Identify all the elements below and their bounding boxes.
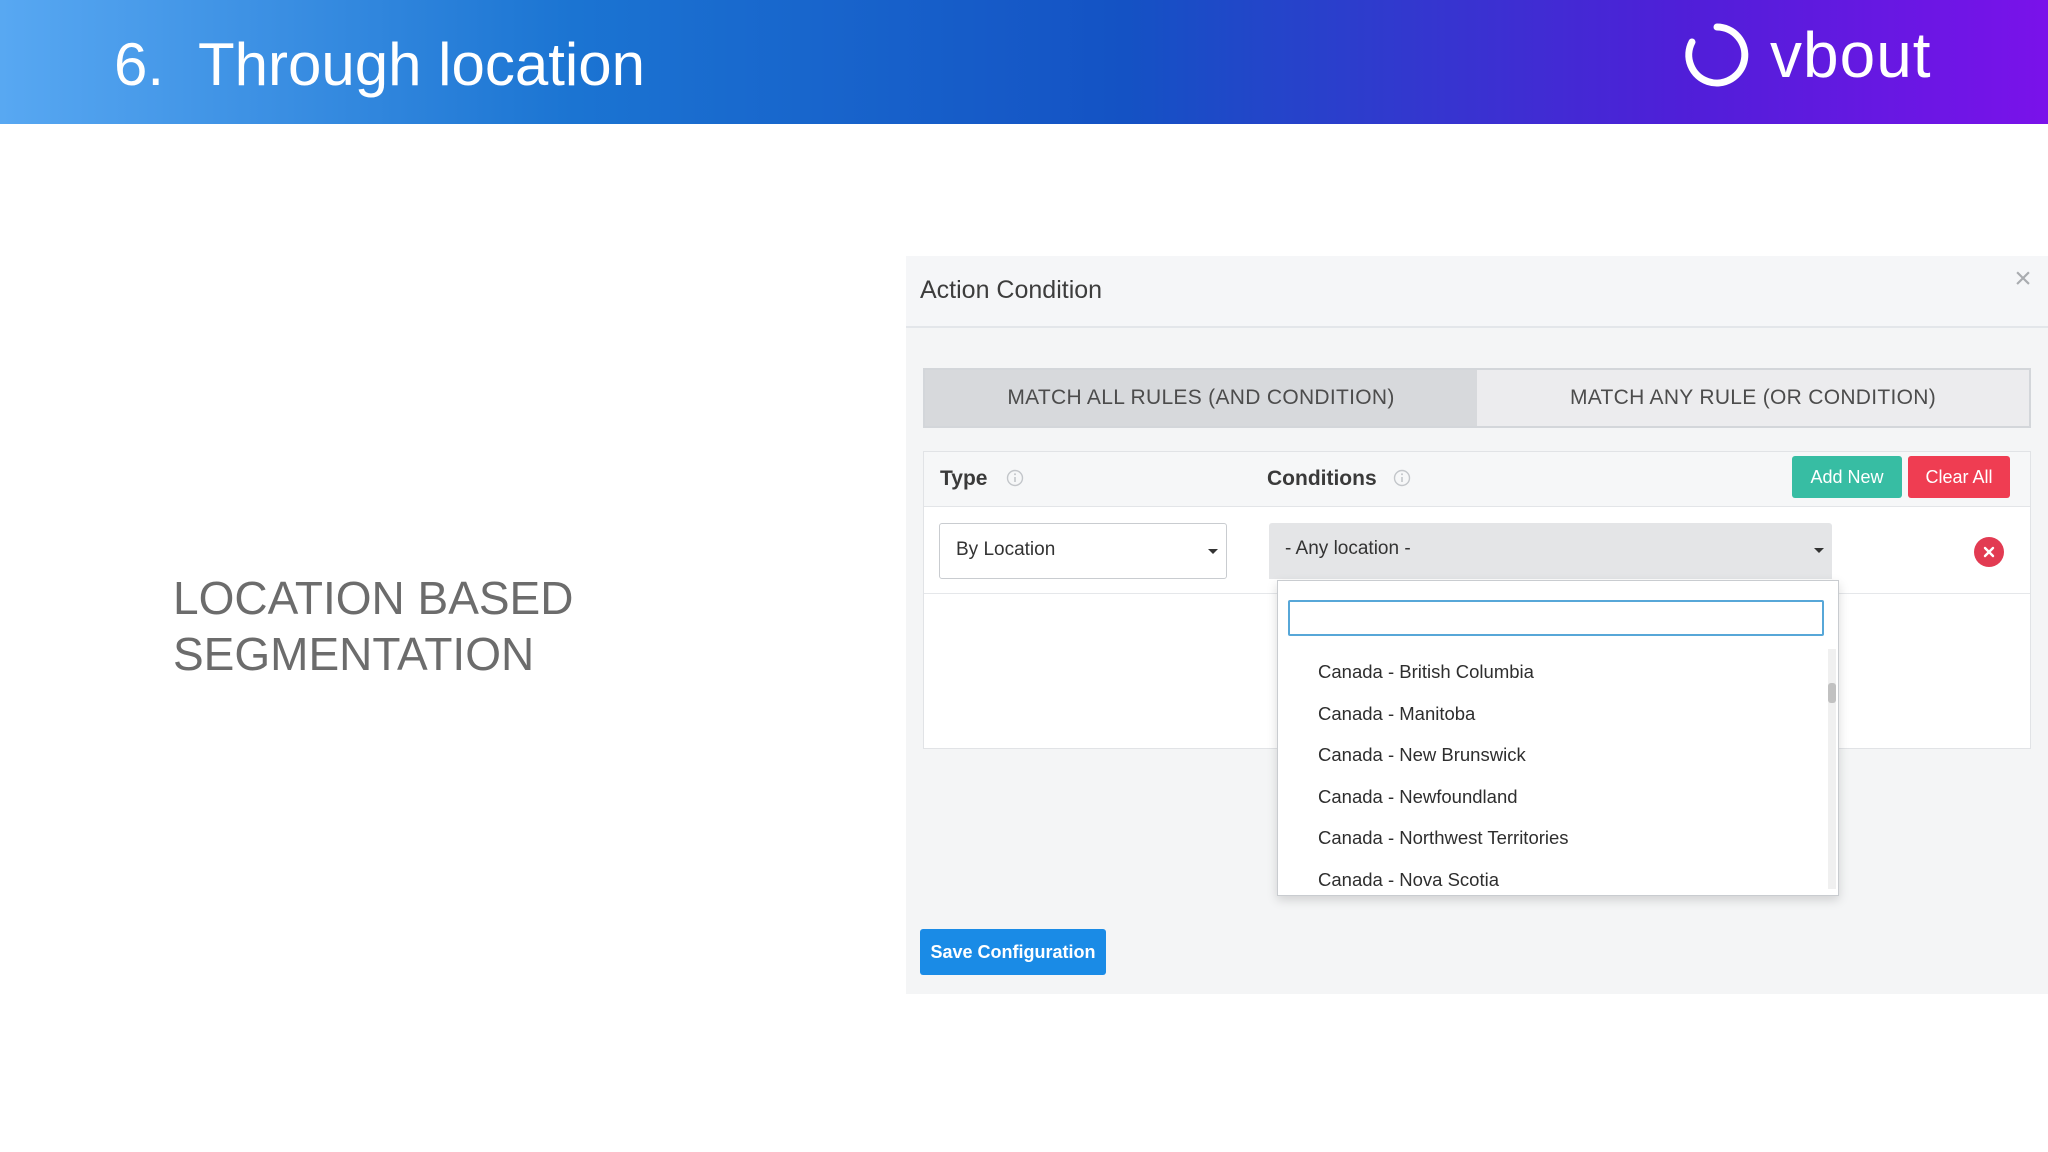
condition-select-value: - Any location - bbox=[1285, 538, 1411, 559]
clear-all-button[interactable]: Clear All bbox=[1908, 456, 2010, 498]
logo-text: vbout bbox=[1770, 19, 1932, 91]
type-select[interactable]: By Location bbox=[939, 523, 1227, 579]
conditions-column-label: Conditions bbox=[1267, 467, 1377, 490]
vbout-logo-icon bbox=[1685, 23, 1749, 87]
close-icon[interactable]: × bbox=[2010, 264, 2036, 294]
slide-number: 6. bbox=[114, 31, 165, 98]
location-dropdown: Canada - British Columbia Canada - Manit… bbox=[1277, 580, 1839, 896]
slide-title: Through location bbox=[198, 31, 645, 98]
location-option[interactable]: Canada - Newfoundland bbox=[1278, 776, 1826, 818]
caption-line-2: SEGMENTATION bbox=[173, 628, 535, 680]
match-any-rule-option[interactable]: MATCH ANY RULE (OR CONDITION) bbox=[1477, 370, 2029, 426]
match-mode-toggle: MATCH ALL RULES (AND CONDITION) MATCH AN… bbox=[923, 368, 2031, 428]
type-select-value: By Location bbox=[956, 539, 1056, 560]
caption-line-1: LOCATION BASED bbox=[173, 572, 574, 624]
location-search-input[interactable] bbox=[1288, 600, 1824, 636]
modal-header: Action Condition × bbox=[906, 256, 2048, 328]
header-banner: 6. Through location vbout bbox=[0, 0, 2048, 124]
location-option[interactable]: Canada - Northwest Territories bbox=[1278, 817, 1826, 859]
type-column-label: Type bbox=[940, 467, 988, 490]
location-options-list: Canada - British Columbia Canada - Manit… bbox=[1278, 651, 1826, 896]
location-option[interactable]: Canada - British Columbia bbox=[1278, 651, 1826, 693]
caret-down-icon bbox=[1208, 549, 1218, 554]
location-option[interactable]: Canada - Nova Scotia bbox=[1278, 859, 1826, 896]
close-icon bbox=[1983, 546, 1995, 558]
save-configuration-button[interactable]: Save Configuration bbox=[920, 929, 1106, 975]
location-option[interactable]: Canada - Manitoba bbox=[1278, 693, 1826, 735]
info-icon bbox=[1006, 469, 1024, 487]
remove-rule-button[interactable] bbox=[1974, 537, 2004, 567]
dropdown-scrollbar-thumb[interactable] bbox=[1828, 683, 1836, 703]
rules-header: Type Conditions Add New Clear All bbox=[924, 452, 2030, 507]
slide-caption: LOCATION BASED SEGMENTATION bbox=[173, 570, 573, 682]
caret-down-icon bbox=[1814, 548, 1824, 553]
add-new-button[interactable]: Add New bbox=[1792, 456, 1902, 498]
location-option[interactable]: Canada - New Brunswick bbox=[1278, 734, 1826, 776]
condition-select[interactable]: - Any location - bbox=[1269, 523, 1832, 579]
match-all-rules-option[interactable]: MATCH ALL RULES (AND CONDITION) bbox=[925, 370, 1477, 426]
modal-title: Action Condition bbox=[920, 276, 1103, 304]
info-icon bbox=[1393, 469, 1411, 487]
